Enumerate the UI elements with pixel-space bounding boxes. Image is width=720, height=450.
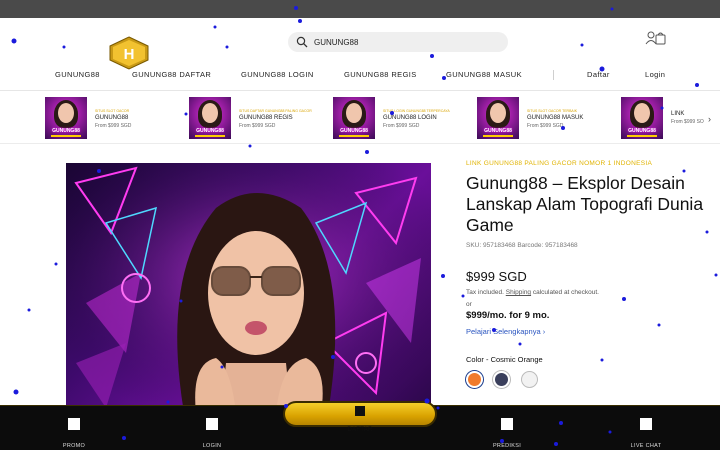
product-sku: SKU: 957183468 Barcode: 957183468 [466,242,578,249]
chevron-right-icon[interactable]: › [708,114,711,124]
product-name: LINK [671,111,685,117]
product-name: GUNUNG88 LOGIN [383,115,437,121]
bottom-nav-live-chat[interactable]: LIVE CHAT [616,418,676,450]
hero-illustration [66,163,431,413]
product-tag: SITUS SLOT GACOR TERBAIK [527,109,578,113]
logo[interactable]: H [108,36,150,70]
daftar-button[interactable]: DAFTAR [283,401,437,433]
product-price: From $999 SGD [527,123,564,129]
learn-more-link[interactable]: Pelajari Selengkapnya › [466,327,545,336]
product-tagline: LINK GUNUNG88 PALING GACOR NOMOR 1 INDON… [466,160,653,167]
shipping-link[interactable]: Shipping [506,289,531,296]
prediksi-icon [501,418,513,430]
color-label: Color - Cosmic Orange [466,355,543,364]
nav-item-gunung88[interactable]: GUNUNG88 [55,70,100,79]
swatch-dark[interactable] [493,371,511,389]
product-price: From $999 SO [671,119,704,125]
product-name: GUNUNG88 MASUK [527,115,584,121]
tax-note: Tax included. Shipping calculated at che… [466,289,599,296]
installment-price: $999/mo. for 9 mo. [466,310,550,321]
chevron-right-icon: › [542,327,546,336]
bottom-nav-login[interactable]: LOGIN [182,418,242,450]
chat-icon [640,418,652,430]
search-bar[interactable] [288,32,508,52]
product-tag: SITUS LOGIN GUNUNG88 TERPERCAYA [383,109,450,113]
search-input[interactable] [314,37,494,47]
daftar-icon [355,406,365,416]
nav-item-daftar[interactable]: GUNUNG88 DAFTAR [132,70,211,79]
nav-item-regis[interactable]: GUNUNG88 REGIS [344,70,417,79]
login-icon [206,418,218,430]
product-title: Gunung88 – Eksplor Desain Lanskap Alam T… [466,173,704,235]
main-nav: GUNUNG88 GUNUNG88 DAFTAR GUNUNG88 LOGIN … [0,70,720,84]
or-text: or [466,301,472,308]
product-price: $999 SGD [466,269,527,284]
product-name: GUNUNG88 [95,115,129,121]
product-thumbnail: GUNUNG88 [189,97,231,139]
product-price: From $999 SGD [383,123,420,129]
product-thumbnail: GUNUNG88 [477,97,519,139]
header: H GUNUNG88 GUNUNG88 DAFTAR GUNUNG88 LOGI… [0,18,720,91]
product-thumbnail: GUNUNG88 [621,97,663,139]
product-info: LINK GUNUNG88 PALING GACOR NOMOR 1 INDON… [466,160,706,389]
nav-item-daftar-account[interactable]: Daftar [587,70,610,79]
bottom-nav-prediksi[interactable]: PREDIKSI [477,418,537,450]
product-tag: SITUS SLOT GACOR [95,109,130,113]
product-thumbnail: GUNUNG88 [45,97,87,139]
color-swatches [466,371,706,389]
top-strip [0,0,720,18]
product-price: From $999 SGD [95,123,132,129]
account-icon[interactable] [645,30,667,46]
promo-icon [68,418,80,430]
product-price: From $999 SGD [239,123,276,129]
product-hero-image [66,163,431,413]
product-tag: SITUS DAFTAR GUNUNG88 PALING GACOR [239,109,312,113]
nav-item-login[interactable]: GUNUNG88 LOGIN [241,70,314,79]
nav-item-login-account[interactable]: Login [645,70,665,79]
swatch-white[interactable] [520,371,538,389]
page: H GUNUNG88 GUNUNG88 DAFTAR GUNUNG88 LOGI… [0,0,720,450]
product-thumbnail: GUNUNG88 [333,97,375,139]
product-strip: GUNUNG88 SITUS SLOT GACOR GUNUNG88 From $9… [0,92,720,144]
swatch-cosmic-orange[interactable] [466,371,483,389]
cart-icon [655,34,666,45]
search-icon [296,36,308,48]
nav-item-masuk[interactable]: GUNUNG88 MASUK [446,70,522,79]
bottom-nav-promo[interactable]: PROMO [44,418,104,450]
product-name: GUNUNG88 REGIS [239,115,293,121]
nav-divider [553,70,554,80]
logo-letter: H [124,46,135,63]
